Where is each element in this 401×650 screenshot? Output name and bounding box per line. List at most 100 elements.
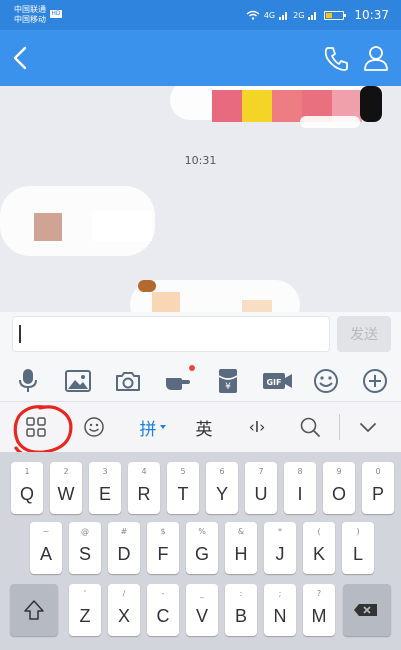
chat-toolbar: ¥ GIF bbox=[0, 360, 401, 402]
key-hint: _ bbox=[200, 589, 204, 598]
key-l[interactable]: ) L bbox=[342, 522, 374, 574]
key-label: A bbox=[39, 544, 52, 564]
key-hint: @ bbox=[81, 527, 89, 536]
key-x[interactable]: / X bbox=[108, 584, 140, 636]
voice-button[interactable] bbox=[14, 368, 42, 394]
obscured-avatar bbox=[34, 213, 62, 241]
key-label: J bbox=[275, 544, 285, 564]
key-k[interactable]: (K bbox=[303, 522, 335, 574]
key-f[interactable]: $ F bbox=[147, 522, 179, 574]
key-hint: $ bbox=[160, 527, 166, 536]
key-a[interactable]: ~ A bbox=[30, 522, 62, 574]
shift-icon bbox=[24, 600, 44, 620]
key-hint: 0 bbox=[375, 467, 381, 476]
key-hint: 4 bbox=[141, 467, 147, 476]
key-hint: * bbox=[278, 527, 282, 536]
hd-badge: HD bbox=[50, 10, 62, 18]
profile-button[interactable] bbox=[362, 44, 390, 72]
key-h[interactable]: & H bbox=[225, 522, 257, 574]
key-q[interactable]: 1Q bbox=[11, 462, 43, 514]
status-icons: 4G 2G 10:37 bbox=[246, 6, 389, 24]
key-m[interactable]: ? M bbox=[303, 584, 335, 636]
key-s[interactable]: @ S bbox=[69, 522, 101, 574]
gif-button[interactable]: GIF bbox=[262, 368, 294, 394]
text-cursor bbox=[19, 325, 21, 343]
key-hint: ) bbox=[356, 527, 360, 536]
key-e[interactable]: 3E bbox=[89, 462, 121, 514]
obscured-image bbox=[212, 90, 242, 122]
ime-cursor-button[interactable]: ‹I› bbox=[240, 414, 274, 440]
key-hint: 5 bbox=[180, 467, 186, 476]
key-label: S bbox=[78, 544, 91, 564]
key-hint: ? bbox=[316, 589, 322, 598]
key-hint: 7 bbox=[258, 467, 264, 476]
key-label: E bbox=[98, 484, 111, 504]
key-v[interactable]: _ V bbox=[186, 584, 218, 636]
signal-icon bbox=[279, 12, 288, 20]
ime-pinyin-button[interactable]: 拼 bbox=[134, 414, 172, 440]
emoji-button[interactable] bbox=[312, 368, 340, 394]
key-label: Y bbox=[215, 484, 228, 504]
key-label: N bbox=[273, 606, 287, 626]
image-button[interactable] bbox=[64, 368, 92, 394]
key-j[interactable]: * J bbox=[264, 522, 296, 574]
key-hint: ; bbox=[278, 589, 282, 598]
send-button[interactable]: 发送 bbox=[337, 316, 391, 352]
ime-english-button[interactable]: 英 bbox=[190, 414, 218, 440]
key-o[interactable]: 9O bbox=[323, 462, 355, 514]
key-g[interactable]: % G bbox=[186, 522, 218, 574]
key-u[interactable]: 7U bbox=[245, 462, 277, 514]
ime-emoji-button[interactable] bbox=[80, 414, 108, 440]
key-label: Z bbox=[79, 606, 91, 626]
phone-icon bbox=[324, 47, 348, 71]
keyboard: 1Q2W3E4R5T6Y7U8I9O0P ~ A @ S # D $ F% G & H * J(K) L … bbox=[0, 452, 401, 650]
ime-search-button[interactable] bbox=[296, 414, 324, 440]
poke-button[interactable] bbox=[164, 365, 195, 394]
key-hint: ' bbox=[83, 589, 87, 598]
key-p[interactable]: 0P bbox=[362, 462, 394, 514]
key-hint: - bbox=[161, 589, 165, 598]
obscured-content bbox=[92, 211, 152, 241]
red-packet-button[interactable]: ¥ bbox=[214, 368, 242, 394]
key-label: D bbox=[117, 544, 131, 564]
message-input[interactable] bbox=[12, 316, 330, 352]
camera-icon bbox=[116, 372, 140, 391]
more-button[interactable] bbox=[361, 368, 389, 394]
key-b[interactable]: :B bbox=[225, 584, 257, 636]
cursor-move-label: ‹I› bbox=[248, 418, 266, 436]
svg-text:¥: ¥ bbox=[225, 382, 231, 392]
pinyin-label: 拼 bbox=[139, 419, 157, 440]
carrier-info: 中国联通 中国移动 bbox=[14, 5, 46, 25]
key-y[interactable]: 6Y bbox=[206, 462, 238, 514]
key-label: Q bbox=[19, 484, 34, 504]
camera-button[interactable] bbox=[114, 368, 142, 394]
composer: 发送 bbox=[0, 312, 401, 360]
call-button[interactable] bbox=[322, 44, 350, 72]
key-hint: ~ bbox=[42, 527, 50, 536]
smiley-icon bbox=[314, 369, 338, 393]
backspace-key[interactable] bbox=[343, 584, 391, 636]
key-hint: # bbox=[120, 527, 128, 536]
ime-collapse-button[interactable] bbox=[354, 414, 382, 440]
chevron-down-icon bbox=[360, 423, 376, 433]
obscured-blur bbox=[300, 116, 360, 128]
key-d[interactable]: # D bbox=[108, 522, 140, 574]
key-r[interactable]: 4R bbox=[128, 462, 160, 514]
chevron-left-icon bbox=[13, 46, 27, 70]
key-hint: 3 bbox=[102, 467, 108, 476]
key-label: P bbox=[371, 484, 384, 504]
key-t[interactable]: 5T bbox=[167, 462, 199, 514]
key-c[interactable]: -C bbox=[147, 584, 179, 636]
back-button[interactable] bbox=[8, 44, 34, 72]
key-i[interactable]: 8I bbox=[284, 462, 316, 514]
shift-key[interactable] bbox=[10, 584, 58, 636]
key-z[interactable]: ' Z bbox=[69, 584, 101, 636]
plus-circle-icon bbox=[363, 369, 387, 393]
key-w[interactable]: 2W bbox=[50, 462, 82, 514]
key-hint: 6 bbox=[219, 467, 225, 476]
key-label: X bbox=[117, 606, 130, 626]
person-icon bbox=[364, 46, 388, 71]
picture-icon bbox=[65, 370, 91, 392]
search-icon bbox=[300, 417, 320, 437]
key-n[interactable]: ; N bbox=[264, 584, 296, 636]
